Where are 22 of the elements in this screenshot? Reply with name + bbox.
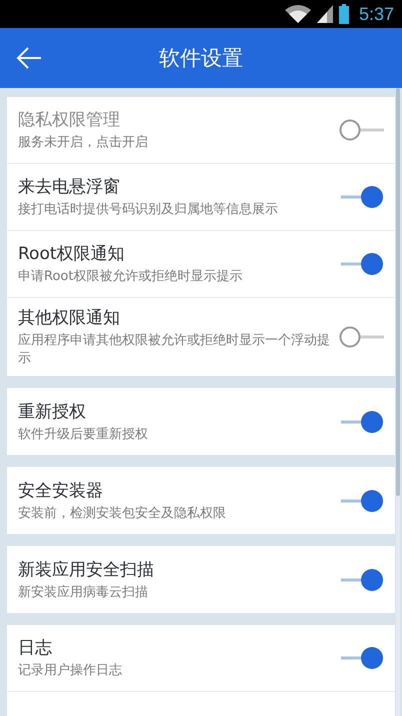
back-arrow-icon[interactable] xyxy=(16,46,42,70)
setting-title: 隐私权限管理 xyxy=(18,108,121,131)
screen-title: 软件设置 xyxy=(159,45,243,72)
setting-title: 新装应用安全扫描 xyxy=(18,558,155,581)
setting-description: 安装前，检测安装包安全及隐私权限 xyxy=(18,504,227,523)
setting-description: 应用程序申请其他权限被允许或拒绝时显示一个浮动提示 xyxy=(18,332,331,368)
setting-description: 新安装应用病毒云扫描 xyxy=(18,584,149,602)
setting-description: 软件升级后要重新授权 xyxy=(18,426,149,444)
setting-title: Root权限通知 xyxy=(18,242,126,265)
setting-title: 其他权限通知 xyxy=(18,307,121,329)
signal-icon xyxy=(316,5,333,23)
setting-description: 申请Root权限被允许或拒绝时显示提示 xyxy=(18,268,244,286)
setting-description: 接打电话时提供号码识别及归属地等信息展示 xyxy=(18,200,279,219)
setting-title: 重新授权 xyxy=(18,400,87,423)
battery-icon xyxy=(338,4,349,24)
setting-title: 日志 xyxy=(18,637,53,660)
setting-description: 服务未开启，点击开启 xyxy=(18,134,149,152)
status-time: 5:37 xyxy=(358,4,394,24)
wifi-icon xyxy=(284,4,311,24)
setting-title: 来去电悬浮窗 xyxy=(18,176,121,198)
setting-description: 记录用户操作日志 xyxy=(18,662,123,680)
setting-title: 安全安装器 xyxy=(18,480,104,502)
